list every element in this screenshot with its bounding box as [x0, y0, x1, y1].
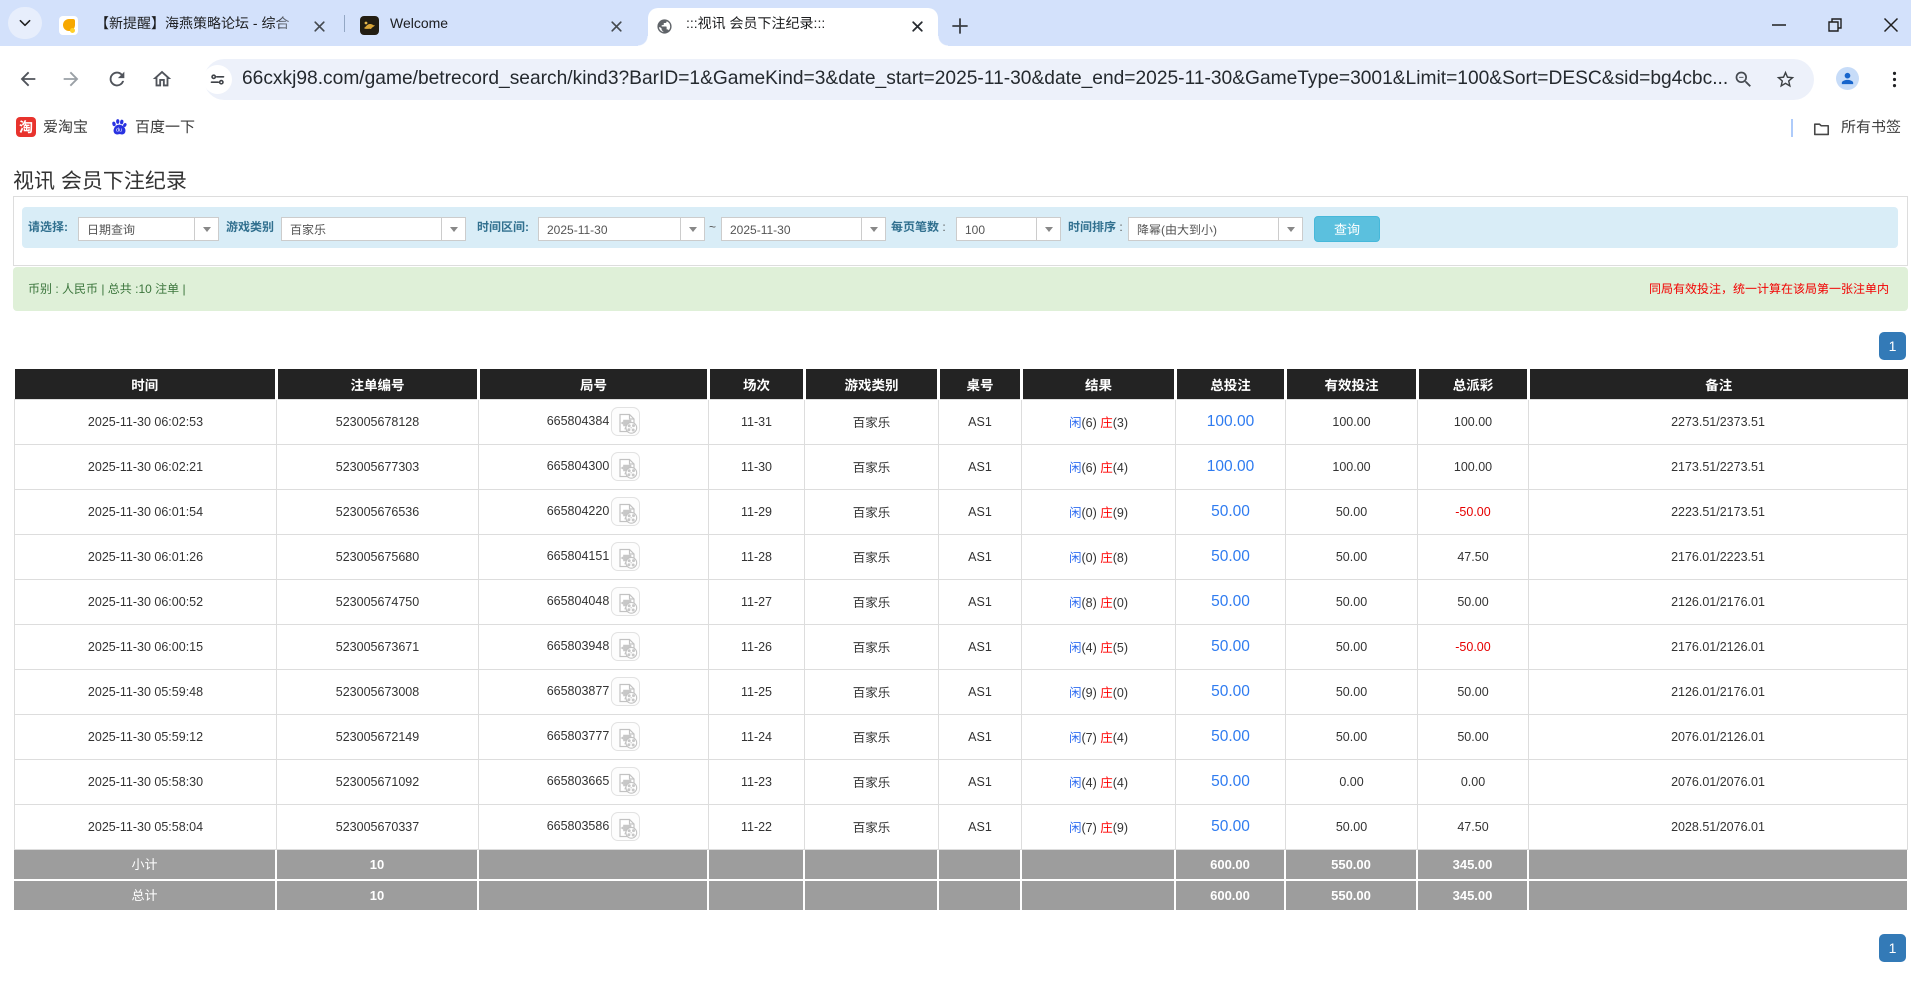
svg-text:du: du	[116, 128, 122, 134]
